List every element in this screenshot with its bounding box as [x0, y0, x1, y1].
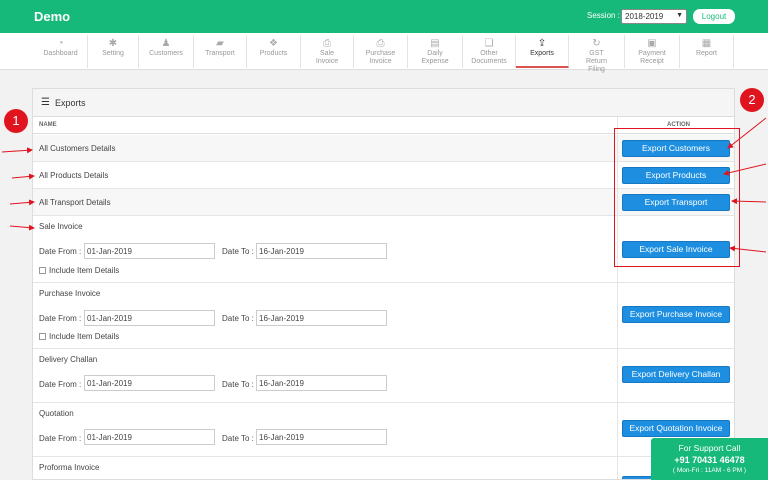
arrow-icon [9, 224, 35, 231]
arrow-icon [731, 198, 767, 205]
arrow-icon [723, 163, 767, 176]
arrow-icon [1, 147, 33, 154]
support-phone: +91 70431 46478 [674, 455, 745, 465]
arrow-icon [9, 199, 35, 206]
arrow-icon [727, 117, 767, 149]
annotation-arrows [1, 117, 767, 253]
support-hours: ( Mon-Fri : 11AM - 6 PM ) [672, 467, 747, 474]
arrow-icon [729, 245, 767, 253]
support-title: For Support Call [678, 443, 741, 453]
arrow-icon [11, 173, 35, 180]
support-box[interactable]: For Support Call +91 70431 46478 ( Mon-F… [651, 438, 768, 480]
